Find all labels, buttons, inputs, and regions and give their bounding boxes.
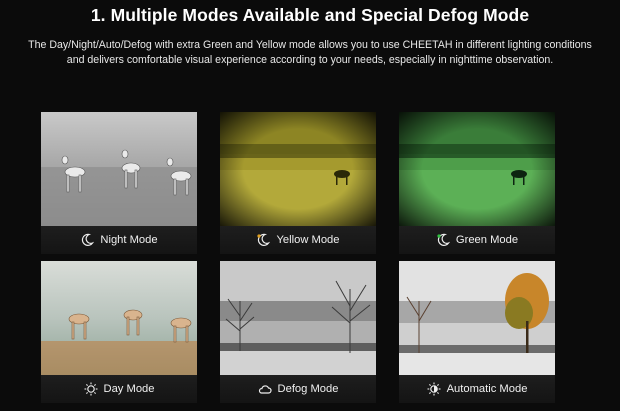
section-description: The Day/Night/Auto/Defog with extra Gree… [28,39,592,66]
green-mode-label: Green Mode [455,234,519,246]
moon-yellow-icon [256,233,271,247]
yellow-mode-photo [220,112,376,226]
moon-green-icon [436,233,450,247]
yellow-mode-label: Yellow Mode [276,234,340,246]
defog-mode-label: Defog Mode [277,383,339,395]
mode-card-automatic[interactable]: Automatic Mode [399,261,555,403]
mode-card-green[interactable]: Green Mode [399,112,555,254]
mode-card-yellow[interactable]: Yellow Mode [220,112,376,254]
green-mode-caption: Green Mode [399,226,555,254]
day-mode-caption: Day Mode [41,375,197,403]
automatic-mode-photo [399,261,555,375]
automatic-mode-caption: Automatic Mode [399,375,555,403]
day-mode-label: Day Mode [103,383,155,395]
defog-mode-photo [220,261,376,375]
night-mode-photo [41,112,197,226]
cloud-icon [258,382,272,396]
section-title: 1. Multiple Modes Available and Special … [90,5,530,25]
night-mode-caption: Night Mode [41,226,197,254]
yellow-mode-caption: Yellow Mode [220,226,376,254]
sun-icon [84,382,98,396]
day-mode-photo [41,261,197,375]
mode-card-defog[interactable]: Defog Mode [220,261,376,403]
defog-mode-caption: Defog Mode [220,375,376,403]
green-mode-photo [399,112,555,226]
moon-icon [80,233,95,247]
auto-icon [427,382,441,396]
mode-card-night[interactable]: Night Mode [41,112,197,254]
automatic-mode-label: Automatic Mode [446,383,528,395]
mode-card-day[interactable]: Day Mode [41,261,197,403]
night-mode-label: Night Mode [100,234,158,246]
